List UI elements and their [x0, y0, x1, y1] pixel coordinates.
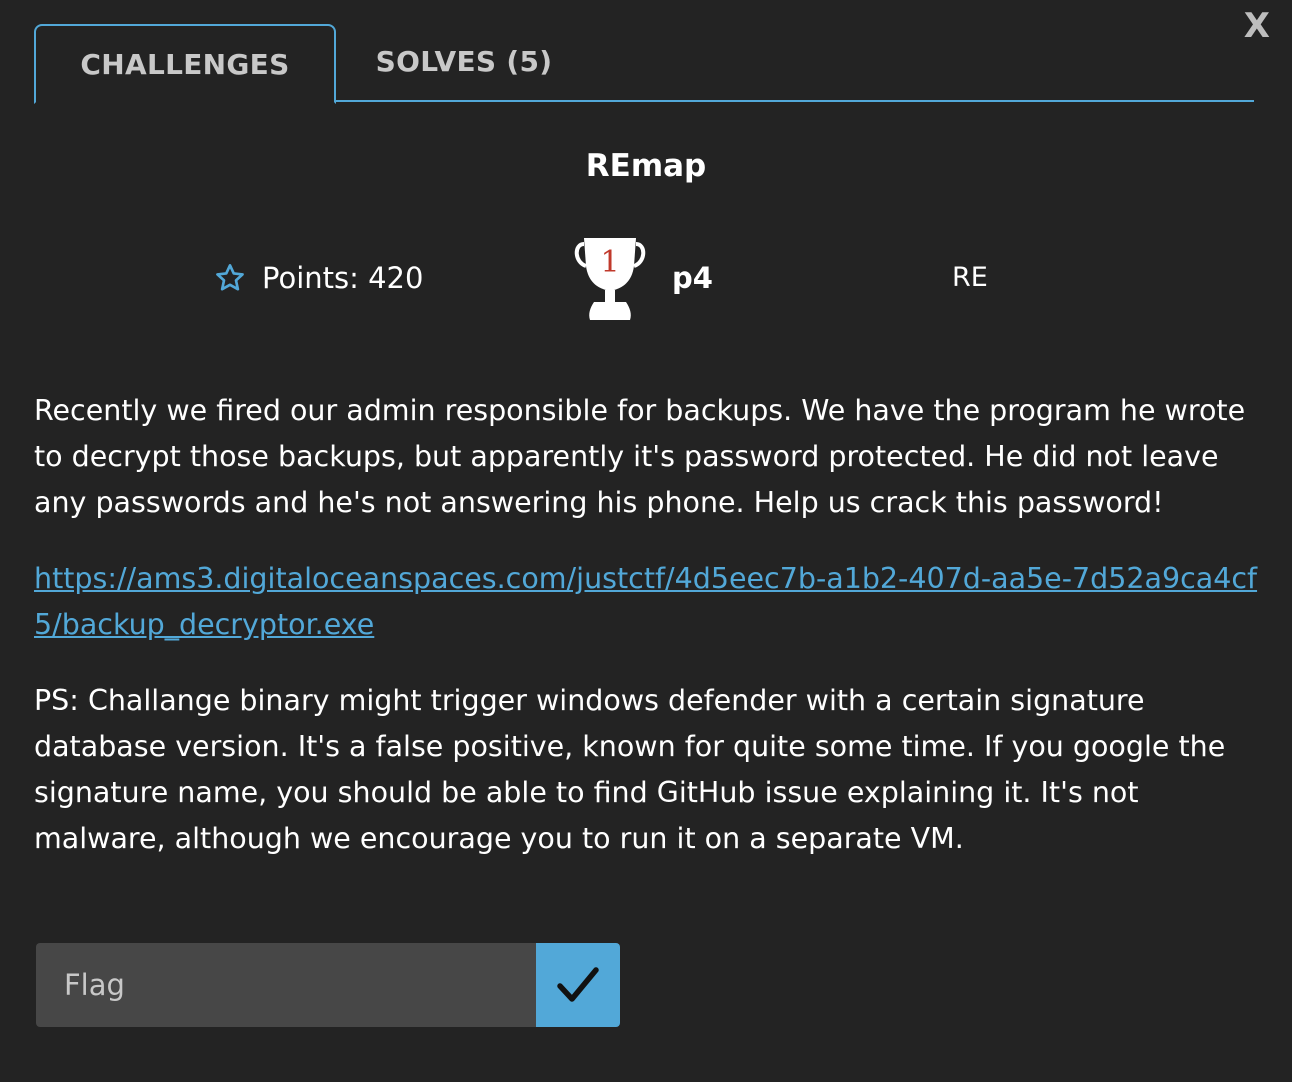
challenge-category: RE [952, 262, 988, 293]
tab-bar: CHALLENGES SOLVES (5) [34, 24, 1254, 104]
challenge-title: REmap [585, 148, 707, 184]
challenge-description: Recently we fired our admin responsible … [34, 388, 1264, 862]
first-blood-team: p4 [672, 261, 713, 295]
download-link[interactable]: https://ams3.digitaloceanspaces.com/just… [34, 556, 1264, 648]
submit-button[interactable] [536, 943, 620, 1027]
flag-submit-form [36, 943, 620, 1027]
checkmark-icon [557, 967, 599, 1002]
trophy-icon: 1 [574, 238, 646, 320]
flag-input[interactable] [36, 943, 536, 1027]
description-paragraph: Recently we fired our admin responsible … [34, 394, 1246, 519]
points-info: Points: 420 [214, 258, 423, 298]
star-outline-icon [216, 264, 244, 291]
points-label: Points: 420 [262, 261, 424, 295]
trophy-rank-number: 1 [600, 245, 619, 280]
challenge-modal: X CHALLENGES SOLVES (5) REmap Points: 42… [0, 0, 1292, 1082]
tab-challenges[interactable]: CHALLENGES [34, 24, 336, 104]
tab-solves[interactable]: SOLVES (5) [354, 24, 574, 100]
description-paragraph-ps: PS: Challange binary might trigger windo… [34, 684, 1226, 855]
